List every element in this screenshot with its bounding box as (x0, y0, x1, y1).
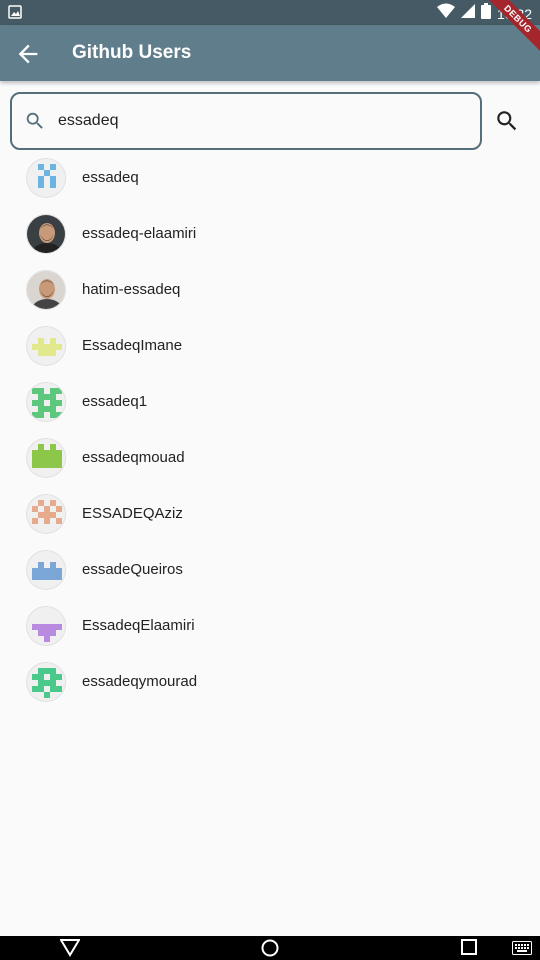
navigation-bar (0, 936, 540, 960)
user-login: essadeq1 (82, 393, 148, 410)
search-icon (497, 111, 517, 131)
keyboard-icon[interactable] (512, 941, 532, 960)
user-avatar (26, 214, 66, 254)
user-login: essadeqymourad (82, 673, 198, 690)
back-button[interactable] (14, 40, 42, 68)
search-field[interactable] (10, 92, 482, 150)
user-login: essadeQueiros (82, 561, 183, 578)
status-bar: 10:22 (0, 0, 540, 25)
user-avatar (26, 606, 66, 646)
search-button[interactable] (494, 108, 520, 134)
user-list-item[interactable]: essadeq1 (0, 374, 540, 430)
user-list: essadeq essadeq-elaamiri hatim-essadeq Essa… (0, 150, 540, 710)
user-list-item[interactable]: ESSADEQAziz (0, 486, 540, 542)
user-login: essadeqmouad (82, 449, 185, 466)
user-list-item[interactable]: EssadeqElaamiri (0, 598, 540, 654)
user-avatar (26, 382, 66, 422)
user-list-item[interactable]: essadeq-elaamiri (0, 206, 540, 262)
search-icon (24, 110, 46, 132)
user-avatar (26, 270, 66, 310)
user-login: EssadeqElaamiri (82, 617, 195, 634)
user-avatar (26, 550, 66, 590)
user-list-item[interactable]: essadeQueiros (0, 542, 540, 598)
user-avatar (26, 326, 66, 366)
user-avatar (26, 494, 66, 534)
image-notification-icon (8, 5, 22, 24)
user-login: EssadeqImane (82, 337, 183, 354)
user-avatar (26, 438, 66, 478)
user-login: essadeq (82, 169, 139, 186)
back-triangle-icon[interactable] (59, 939, 81, 960)
user-login: ESSADEQAziz (82, 505, 183, 522)
search-input[interactable] (58, 104, 458, 138)
signal-icon (460, 3, 475, 24)
user-avatar (26, 158, 66, 198)
page-title: Github Users (72, 42, 192, 63)
recents-square-icon[interactable] (461, 939, 477, 960)
user-list-item[interactable]: essadeqmouad (0, 430, 540, 486)
user-login: hatim-essadeq (82, 281, 181, 298)
user-avatar (26, 662, 66, 702)
user-list-item[interactable]: hatim-essadeq (0, 262, 540, 318)
home-circle-icon[interactable] (261, 939, 279, 960)
app-bar: Github Users (0, 25, 540, 81)
user-list-item[interactable]: EssadeqImane (0, 318, 540, 374)
user-login: essadeq-elaamiri (82, 225, 197, 242)
arrow-back-icon (18, 44, 38, 64)
wifi-icon (436, 3, 455, 24)
user-list-item[interactable]: essadeq (0, 150, 540, 206)
battery-icon (480, 3, 491, 24)
user-list-item[interactable]: essadeqymourad (0, 654, 540, 710)
